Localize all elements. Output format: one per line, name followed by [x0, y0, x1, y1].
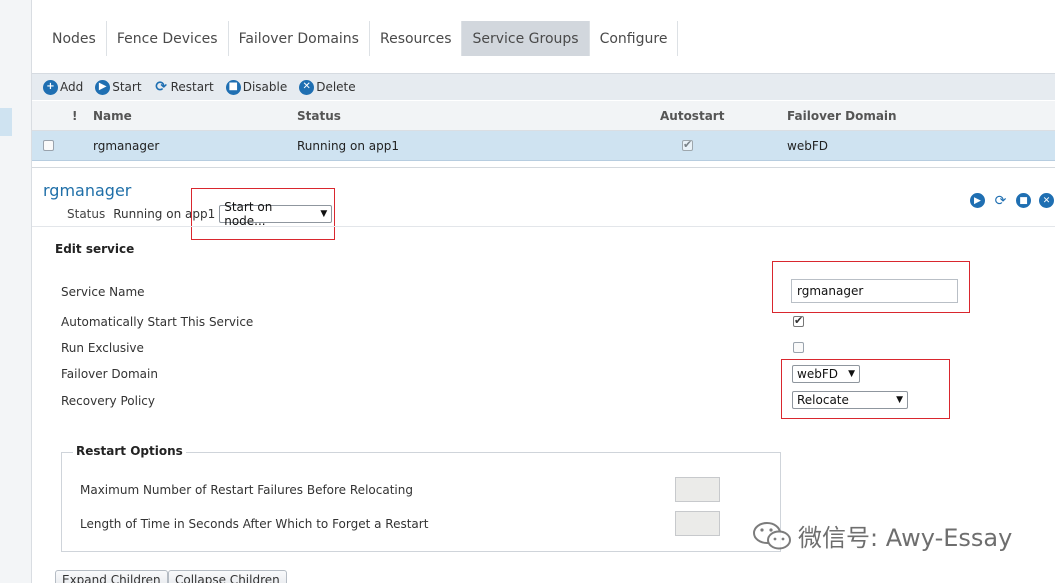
checkmark-icon: [682, 138, 693, 151]
column-header-status[interactable]: Status: [297, 101, 341, 130]
dropdown-arrow-icon: ▼: [896, 395, 903, 405]
header-separator: [32, 226, 1055, 227]
add-button[interactable]: + Add: [43, 79, 84, 95]
disable-service-icon[interactable]: ■: [1016, 193, 1031, 208]
recovery-policy-label: Recovery Policy: [61, 394, 155, 408]
add-label: Add: [60, 80, 84, 94]
restart-expire-time-label: Length of Time in Seconds After Which to…: [80, 517, 429, 531]
start-label: Start: [112, 80, 142, 94]
tab-resources[interactable]: Resources: [370, 21, 463, 56]
restart-button[interactable]: ⟳ Restart: [154, 80, 214, 95]
disable-button[interactable]: ■ Disable: [225, 79, 288, 95]
run-exclusive-label: Run Exclusive: [61, 341, 144, 355]
max-restart-failures-input[interactable]: [675, 477, 720, 502]
watermark-text: 微信号: Awy-Essay: [798, 524, 1013, 552]
start-on-node-select[interactable]: Start on node... ▼: [219, 200, 333, 228]
restart-service-icon[interactable]: ⟳: [993, 193, 1008, 209]
expand-children-button[interactable]: Expand Children: [55, 570, 168, 583]
service-status-line: Status Running on app1 Start on node... …: [67, 200, 333, 228]
delete-service-icon[interactable]: ✕: [1039, 193, 1054, 208]
service-name-label: Service Name: [61, 285, 145, 299]
watermark: 微信号: Awy-Essay: [752, 518, 1012, 553]
failover-domain-value: webFD: [797, 367, 838, 381]
tab-fence-devices[interactable]: Fence Devices: [107, 21, 229, 56]
row-status: Running on app1: [297, 138, 399, 153]
left-nav-strip: [0, 0, 32, 583]
main-tabs: Nodes Fence Devices Failover Domains Res…: [42, 21, 679, 56]
row-failover-domain: webFD: [787, 138, 828, 153]
recovery-policy-value: Relocate: [797, 393, 849, 407]
edit-service-title: Edit service: [55, 242, 135, 256]
start-on-node-value: Start on node...: [224, 200, 273, 228]
autostart-checkbox[interactable]: [793, 314, 804, 327]
table-header: ! Name Status Autostart Failover Domain: [32, 101, 1055, 131]
refresh-icon: ⟳: [155, 79, 167, 95]
tab-failover-domains[interactable]: Failover Domains: [229, 21, 370, 56]
column-header-name[interactable]: Name: [93, 101, 132, 130]
column-header-failover-domain[interactable]: Failover Domain: [787, 101, 897, 130]
tab-configure[interactable]: Configure: [590, 21, 679, 56]
start-button[interactable]: ▶ Start: [95, 79, 142, 95]
disable-label: Disable: [242, 80, 288, 94]
service-action-icons: ▶ ⟳ ■ ✕: [970, 193, 1055, 209]
restart-label: Restart: [170, 80, 214, 94]
failover-domain-label: Failover Domain: [61, 367, 158, 381]
autostart-label: Automatically Start This Service: [61, 315, 254, 329]
column-header-flag[interactable]: !: [72, 101, 77, 130]
x-circle-icon: ✕: [299, 79, 315, 95]
failover-domain-select[interactable]: webFD ▼: [792, 365, 860, 383]
plus-circle-icon: +: [43, 79, 58, 95]
collapse-children-button[interactable]: Collapse Children: [168, 570, 287, 583]
service-name-input[interactable]: rgmanager: [791, 279, 958, 303]
row-autostart-checkbox: [682, 131, 693, 160]
recovery-policy-select[interactable]: Relocate ▼: [792, 391, 908, 409]
restart-expire-time-input[interactable]: [675, 511, 720, 536]
status-label: Status: [67, 207, 106, 221]
delete-button[interactable]: ✕ Delete: [299, 79, 356, 95]
dropdown-arrow-icon: ▼: [320, 209, 328, 219]
dropdown-arrow-icon: ▼: [848, 369, 855, 379]
left-nav-selected-item[interactable]: [0, 108, 12, 136]
service-toolbar: + Add ▶ Start ⟳ Restart ■ Disable ✕ Dele…: [32, 73, 1055, 100]
row-name[interactable]: rgmanager: [93, 131, 159, 160]
delete-label: Delete: [316, 80, 356, 94]
start-service-icon[interactable]: ▶: [970, 193, 985, 208]
table-row[interactable]: rgmanager Running on app1 webFD: [32, 131, 1055, 161]
restart-options-legend: Restart Options: [73, 444, 186, 458]
tab-nodes[interactable]: Nodes: [42, 21, 107, 56]
wechat-icon: [753, 521, 791, 549]
checkbox-box: [43, 140, 54, 151]
row-select-checkbox[interactable]: [43, 131, 54, 160]
restart-options-fieldset: [61, 452, 781, 552]
run-exclusive-checkbox[interactable]: [793, 342, 804, 353]
tab-service-groups[interactable]: Service Groups: [462, 21, 590, 56]
max-restart-failures-label: Maximum Number of Restart Failures Befor…: [80, 483, 413, 497]
service-title: rgmanager: [43, 181, 132, 200]
column-header-autostart[interactable]: Autostart: [660, 101, 724, 130]
section-divider: [32, 167, 1055, 168]
play-circle-icon: ▶: [95, 79, 111, 95]
stop-circle-icon: ■: [225, 79, 241, 95]
status-value: Running on app1: [113, 207, 216, 221]
